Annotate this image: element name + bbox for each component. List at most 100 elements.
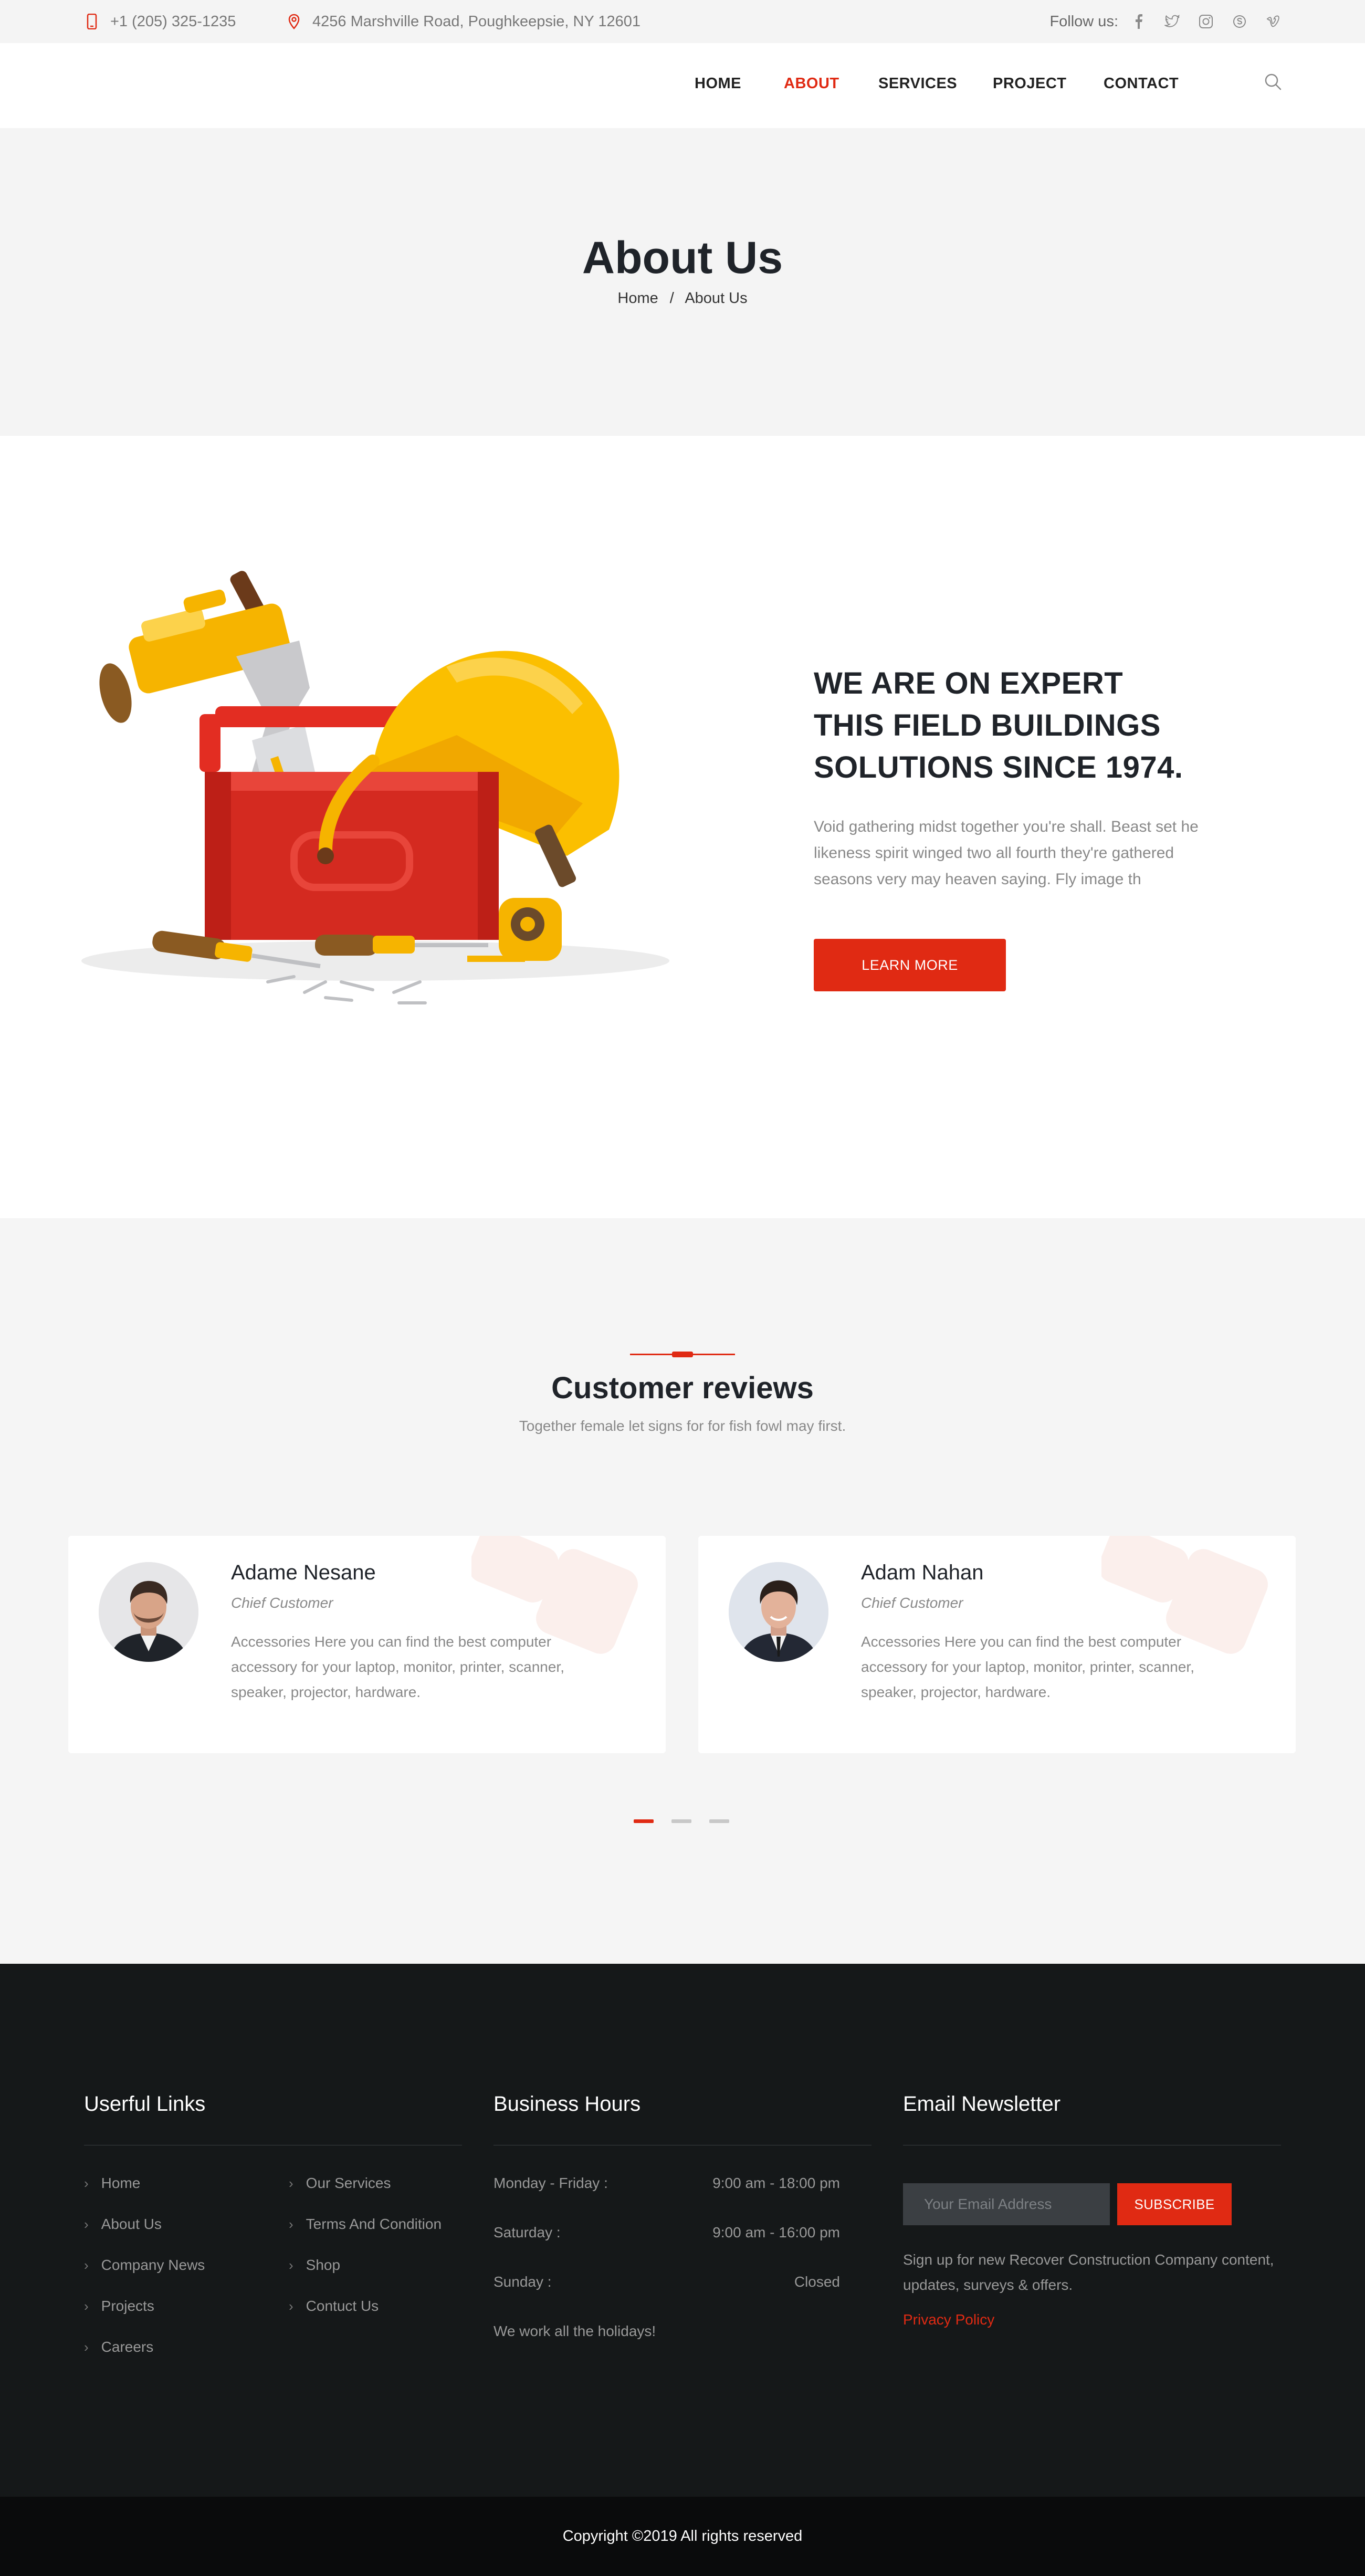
footer-link-label: Our Services [306,2175,391,2191]
footer-links-title: Userful Links [84,2092,206,2116]
about-heading: WE ARE ON EXPERT THIS FIELD BUILDINGS SO… [814,663,1260,789]
hours-time: Closed [794,2274,840,2290]
about-heading-line: THIS FIELD BUILDINGS [814,708,1161,742]
about-heading-line: SOLUTIONS SINCE 1974. [814,750,1183,784]
hours-row: Monday - Friday : 9:00 am - 18:00 pm [494,2175,840,2192]
hours-day: Saturday : [494,2224,561,2240]
avatar [729,1562,828,1662]
phone-contact[interactable]: +1 (205) 325-1235 [84,0,236,43]
chevron-right-icon: › [84,2339,89,2355]
chevron-right-icon: › [289,2257,293,2273]
reviewer-name: Adam Nahan [861,1561,984,1584]
main-header: HOME ABOUT SERVICES PROJECT CONTACT [0,43,1365,128]
copyright-text: Copyright ©2019 All rights reserved [562,2528,803,2544]
twitter-icon[interactable] [1163,13,1181,30]
top-bar: +1 (205) 325-1235 4256 Marshville Road, … [0,0,1365,43]
holidays-note: We work all the holidays! [494,2323,656,2339]
main-nav: HOME ABOUT SERVICES PROJECT CONTACT [0,43,1365,128]
mobile-phone-icon [84,14,100,29]
nav-item-services[interactable]: SERVICES [878,75,957,92]
review-card: Adame Nesane Chief Customer Accessories … [68,1536,666,1753]
hours-day: Sunday : [494,2274,552,2290]
footer-link-label: Terms And Condition [306,2216,442,2232]
nav-item-project[interactable]: PROJECT [993,75,1066,92]
social-links [1130,0,1282,43]
footer-newsletter-title: Email Newsletter [903,2092,1061,2116]
vimeo-icon[interactable] [1264,13,1282,30]
footer-link[interactable]: › Projects [84,2298,154,2315]
hours-row: Sunday : Closed [494,2274,840,2290]
chevron-right-icon: › [84,2257,89,2273]
footer-link[interactable]: › Contuct Us [289,2298,379,2315]
email-input[interactable]: Your Email Address [903,2183,1110,2225]
footer-link[interactable]: › About Us [84,2216,162,2233]
nav-item-about[interactable]: ABOUT [784,75,839,92]
footer-link-label: Careers [101,2339,154,2355]
footer-link-label: Shop [306,2257,341,2273]
chevron-right-icon: › [289,2216,293,2232]
chevron-right-icon: › [84,2175,89,2191]
footer-link-label: About Us [101,2216,162,2232]
breadcrumb: Home / About Us [0,290,1365,307]
address-contact: 4256 Marshville Road, Poughkeepsie, NY 1… [286,0,640,43]
toolbox-illustration [79,557,672,1008]
reviewer-name: Adame Nesane [231,1561,376,1584]
search-icon[interactable] [1263,71,1284,92]
footer-link-label: Home [101,2175,141,2191]
newsletter-text: Sign up for new Recover Construction Com… [903,2252,1274,2293]
site-footer: Userful Links › Home › About Us › Company N… [0,1964,1365,2497]
footer-link[interactable]: › Company News [84,2257,205,2274]
hours-row: Saturday : 9:00 am - 16:00 pm [494,2224,840,2241]
review-text: Accessories Here you can find the best c… [231,1633,564,1700]
breadcrumb-home[interactable]: Home [617,290,658,307]
chevron-right-icon: › [84,2216,89,2232]
footer-link[interactable]: › Home [84,2175,140,2192]
footer-link[interactable]: › Shop [289,2257,340,2274]
review-text: Accessories Here you can find the best c… [861,1633,1194,1700]
map-pin-icon [286,14,302,29]
footer-link-label: Contuct Us [306,2298,379,2314]
pager-dot[interactable] [671,1819,691,1823]
chevron-right-icon: › [289,2298,293,2314]
subscribe-button[interactable]: SUBSCRIBE [1117,2183,1232,2225]
about-heading-line: WE ARE ON EXPERT [814,666,1124,700]
reviewer-role: Chief Customer [231,1595,333,1611]
follow-label: Follow us: [1049,13,1118,30]
breadcrumb-separator: / [669,290,674,307]
footer-link-label: Company News [101,2257,205,2273]
section-divider-dot [672,1352,693,1357]
page-banner: About Us Home / About Us [0,128,1365,436]
review-card: Adam Nahan Chief Customer Accessories He… [698,1536,1296,1753]
footer-link[interactable]: › Careers [84,2339,153,2355]
address-text: 4256 Marshville Road, Poughkeepsie, NY 1… [312,13,640,30]
reviews-subtitle: Together female let signs for for fish f… [519,1418,846,1434]
hours-time: 9:00 am - 18:00 pm [712,2175,840,2191]
chevron-right-icon: › [84,2298,89,2314]
privacy-policy-link[interactable]: Privacy Policy [903,2311,994,2328]
copyright-bar: Copyright ©2019 All rights reserved [0,2497,1365,2576]
reviewer-role: Chief Customer [861,1595,963,1611]
learn-more-button[interactable]: LEARN MORE [814,939,1006,991]
about-section: WE ARE ON EXPERT THIS FIELD BUILDINGS SO… [0,436,1365,1218]
avatar [99,1562,198,1662]
reviews-section: Customer reviews Together female let sig… [0,1218,1365,1964]
footer-link[interactable]: › Terms And Condition [289,2216,442,2233]
facebook-icon[interactable] [1130,13,1148,30]
hours-day: Monday - Friday : [494,2175,608,2191]
nav-item-home[interactable]: HOME [695,75,741,92]
skype-icon[interactable] [1231,13,1248,30]
footer-link[interactable]: › Our Services [289,2175,391,2192]
nav-item-contact[interactable]: CONTACT [1104,75,1179,92]
page-title: About Us [582,233,783,283]
pager-dot[interactable] [634,1819,654,1823]
footer-link-label: Projects [101,2298,154,2314]
pager-dot[interactable] [709,1819,729,1823]
reviews-title: Customer reviews [551,1371,814,1405]
instagram-icon[interactable] [1197,13,1215,30]
footer-hours-title: Business Hours [494,2092,641,2116]
breadcrumb-current: About Us [685,290,748,307]
chevron-right-icon: › [289,2175,293,2191]
carousel-pager [634,1819,729,1823]
phone-number: +1 (205) 325-1235 [110,13,236,30]
page: +1 (205) 325-1235 4256 Marshville Road, … [0,0,1365,2576]
